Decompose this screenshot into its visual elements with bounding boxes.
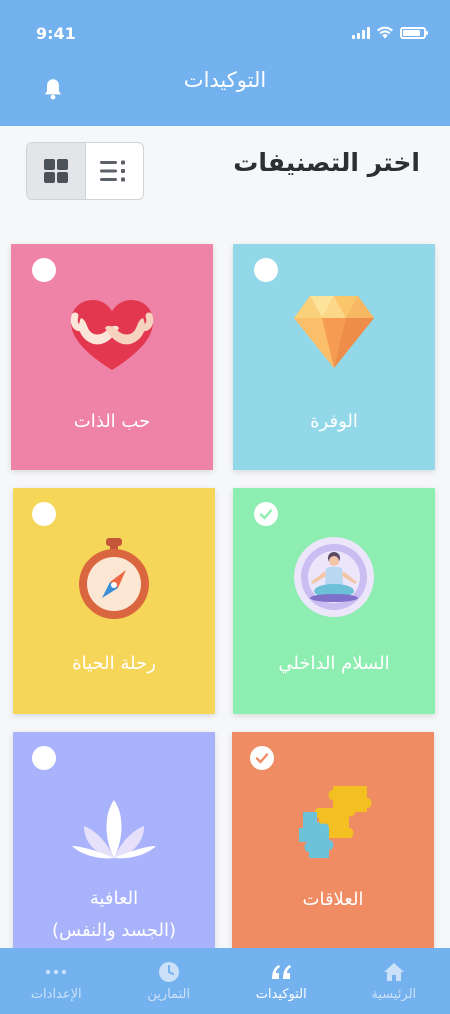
category-card-wellness[interactable]: العافية (الجسد والنفس) xyxy=(13,732,215,950)
category-card-life-journey[interactable]: رحلة الحياة xyxy=(13,488,215,714)
view-toggle xyxy=(26,142,144,200)
app-screen: 9:41 التوكيدات اختر التصنيفات الوفرة حب … xyxy=(0,0,450,1014)
app-header: 9:41 التوكيدات xyxy=(0,0,450,126)
checkbox-unselected-icon[interactable] xyxy=(32,258,56,282)
bottom-nav: الرئيسية التوكيدات التمارين الإعدادات xyxy=(0,948,450,1014)
category-card-inner-peace[interactable]: السلام الداخلي xyxy=(233,488,435,714)
nav-item-settings[interactable]: الإعدادات xyxy=(0,948,113,1014)
nav-label: التمارين xyxy=(147,986,191,1002)
bell-icon[interactable] xyxy=(40,76,66,102)
compass-icon xyxy=(79,538,149,619)
checkbox-selected-icon[interactable] xyxy=(254,502,278,526)
list-view-button[interactable] xyxy=(86,143,144,199)
nav-label: التوكيدات xyxy=(255,986,307,1002)
wifi-icon xyxy=(377,26,393,39)
grid-view-icon xyxy=(43,159,68,183)
signal-icon xyxy=(352,26,370,39)
list-view-icon xyxy=(100,160,126,182)
heart-hug-icon xyxy=(70,300,154,370)
card-label: العلاقات xyxy=(302,889,364,910)
nav-item-exercises[interactable]: التمارين xyxy=(113,948,226,1014)
status-icons xyxy=(352,26,428,39)
nav-label: الرئيسية xyxy=(371,986,417,1002)
meditation-icon xyxy=(294,537,374,617)
category-card-self-love[interactable]: حب الذات xyxy=(11,244,213,470)
checkbox-unselected-icon[interactable] xyxy=(32,746,56,770)
checkbox-unselected-icon[interactable] xyxy=(254,258,278,282)
category-card-relationships[interactable]: العلاقات xyxy=(232,732,434,950)
page-title: التوكيدات xyxy=(183,68,267,92)
quote-icon xyxy=(272,964,292,979)
more-dots-icon xyxy=(46,969,67,974)
clock-icon xyxy=(158,961,179,982)
card-label-line2: (الجسد والنفس) xyxy=(51,920,177,941)
battery-icon xyxy=(400,26,428,39)
check-icon xyxy=(255,753,269,764)
card-label: رحلة الحياة xyxy=(72,653,156,674)
home-icon xyxy=(383,962,404,981)
lotus-icon xyxy=(72,800,156,859)
card-label: السلام الداخلي xyxy=(278,653,390,674)
diamond-icon xyxy=(294,296,374,368)
nav-item-home[interactable]: الرئيسية xyxy=(338,948,450,1014)
check-icon xyxy=(259,509,273,520)
puzzle-icon xyxy=(299,786,372,858)
checkbox-unselected-icon[interactable] xyxy=(32,502,56,526)
card-label: العافية xyxy=(89,888,139,909)
grid-view-button[interactable] xyxy=(27,143,86,199)
checkbox-selected-icon[interactable] xyxy=(250,746,274,770)
section-title: اختر التصنيفات xyxy=(233,148,420,177)
nav-item-affirmations[interactable]: التوكيدات xyxy=(225,948,338,1014)
status-time: 9:41 xyxy=(36,24,76,43)
category-card-abundance[interactable]: الوفرة xyxy=(233,244,435,470)
card-label: الوفرة xyxy=(310,411,358,432)
card-label: حب الذات xyxy=(73,411,151,432)
nav-label: الإعدادات xyxy=(30,986,82,1002)
